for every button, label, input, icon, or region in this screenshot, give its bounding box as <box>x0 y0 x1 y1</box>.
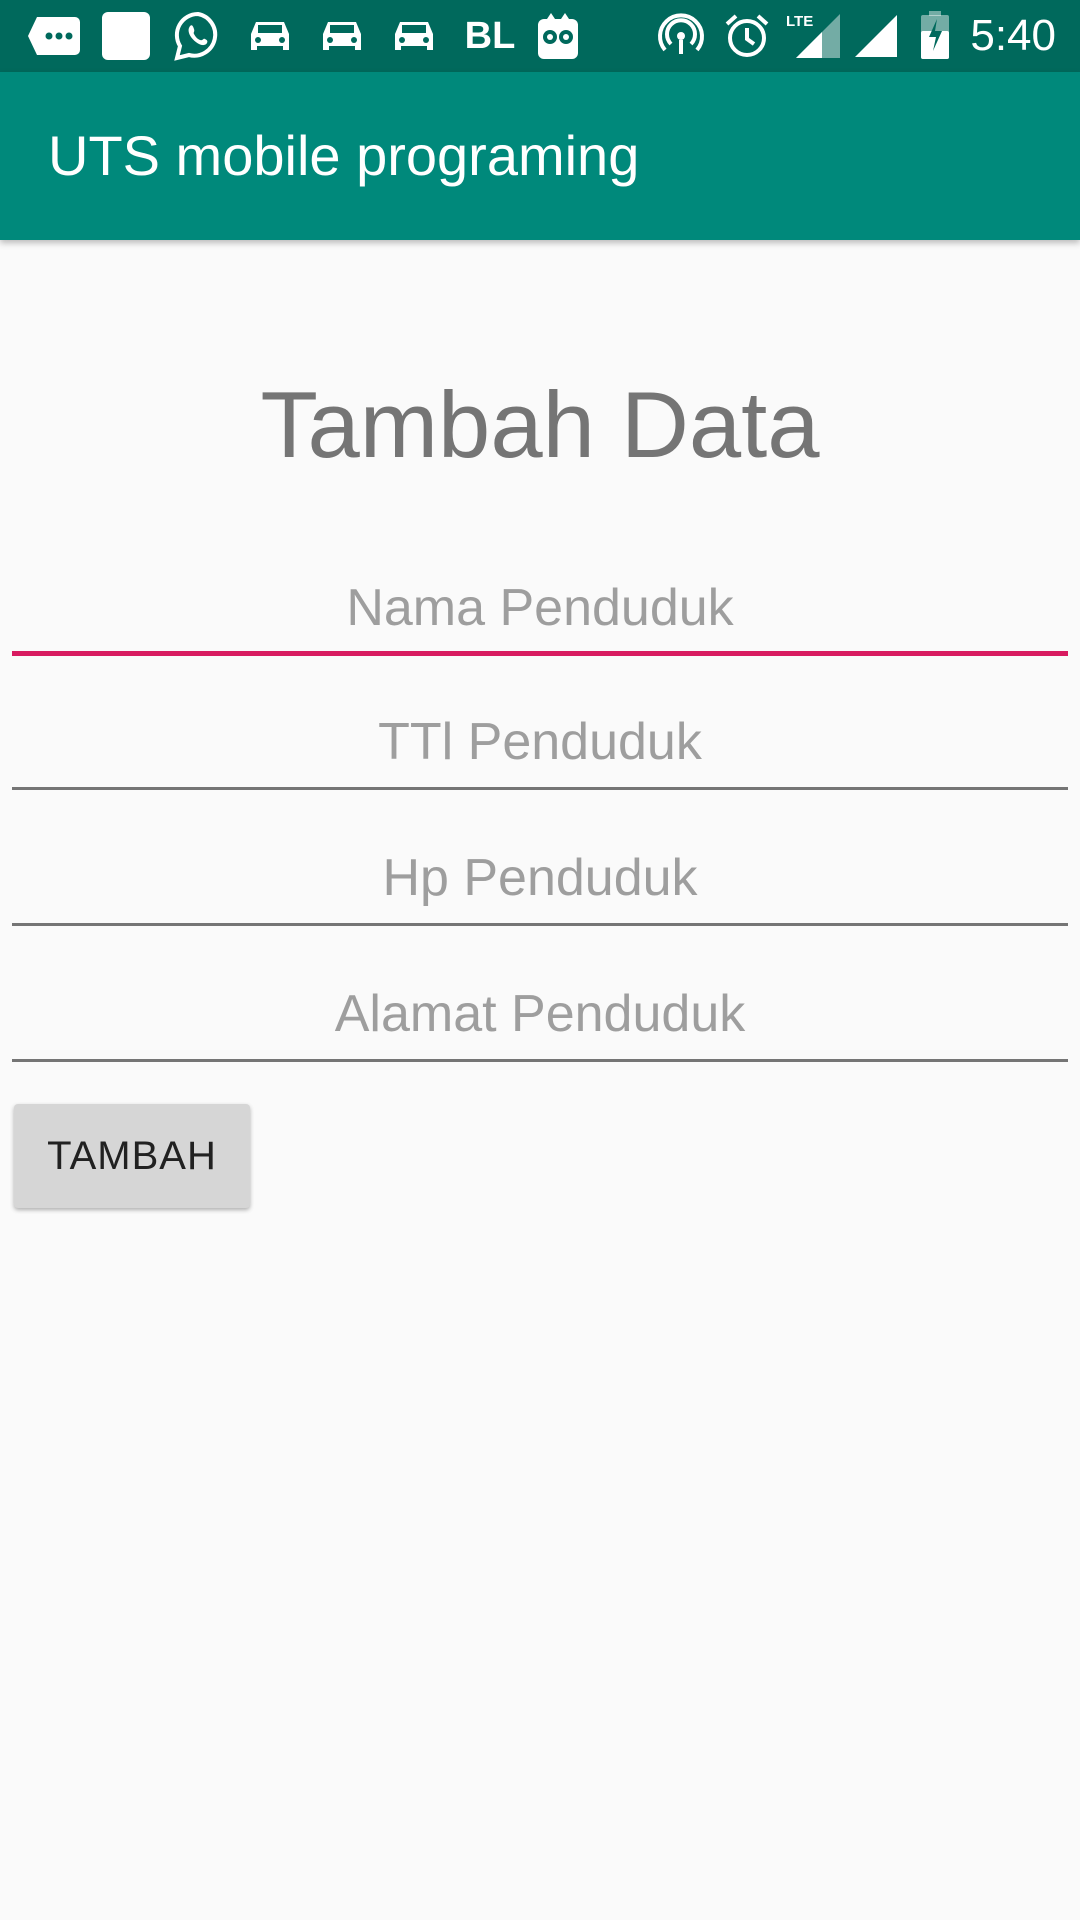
hotspot-icon <box>656 10 706 62</box>
hp-penduduk-input[interactable] <box>12 836 1068 920</box>
battery-icon <box>918 10 952 62</box>
car-icon <box>388 10 440 62</box>
lte-signal-icon: LTE <box>784 10 842 62</box>
status-bar: BL LTE 5:40 <box>0 0 1080 72</box>
nama-penduduk-underline <box>12 651 1068 656</box>
app-bar: UTS mobile programing <box>0 72 1080 240</box>
tambah-button[interactable]: TAMBAH <box>14 1104 250 1208</box>
car-icon <box>244 10 296 62</box>
lte-label: LTE <box>786 13 813 30</box>
alarm-icon <box>722 10 772 62</box>
alamat-penduduk-underline <box>12 1059 1068 1062</box>
nama-penduduk-field <box>12 566 1068 656</box>
nama-penduduk-input[interactable] <box>12 566 1068 650</box>
hp-penduduk-field <box>12 836 1068 926</box>
ttl-penduduk-underline <box>12 787 1068 790</box>
signal-icon <box>852 10 900 62</box>
whatsapp-icon <box>172 10 224 62</box>
app-title: UTS mobile programing <box>48 124 640 187</box>
ttl-penduduk-input[interactable] <box>12 700 1068 784</box>
blank-square-icon <box>100 10 152 62</box>
page-heading: Tambah Data <box>260 372 820 477</box>
hp-penduduk-underline <box>12 923 1068 926</box>
owl-icon <box>534 10 582 62</box>
alamat-penduduk-field <box>12 972 1068 1062</box>
message-dots-icon <box>26 10 82 62</box>
car-icon <box>316 10 368 62</box>
bl-icon: BL <box>464 14 516 57</box>
status-time: 5:40 <box>970 11 1056 60</box>
ttl-penduduk-field <box>12 700 1068 790</box>
alamat-penduduk-input[interactable] <box>12 972 1068 1056</box>
